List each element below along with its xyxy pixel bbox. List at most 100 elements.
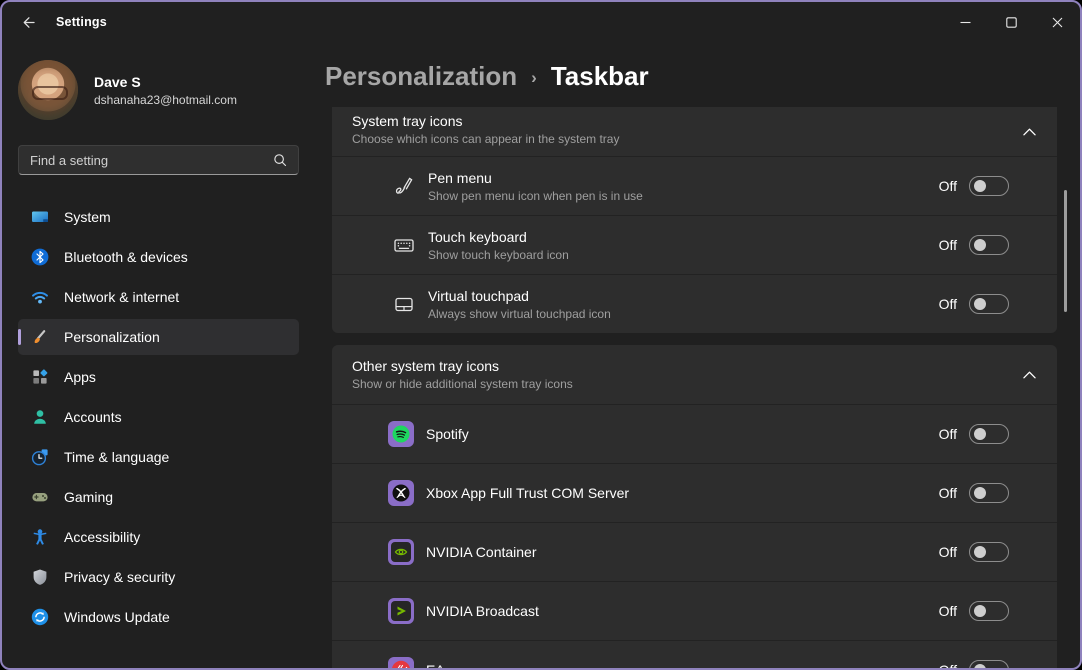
profile-email: dshanaha23@hotmail.com [94,93,237,107]
virtual-touchpad-toggle[interactable] [969,294,1009,314]
setting-subtitle: Always show virtual touchpad icon [428,307,611,321]
sidebar-item-label: Bluetooth & devices [64,249,188,265]
accessibility-icon [30,527,50,547]
chevron-up-icon [1023,128,1036,136]
setting-subtitle: Show pen menu icon when pen is in use [428,189,643,203]
apps-icon [30,367,50,387]
network-icon [30,287,50,307]
virtual-touchpad-icon [392,292,416,316]
window-controls [942,2,1080,42]
setting-row-nvidia-broadcast: NVIDIA Broadcast Off [332,581,1057,640]
setting-row-xbox: Xbox App Full Trust COM Server Off [332,463,1057,522]
sidebar-item-accessibility[interactable]: Accessibility [18,519,299,555]
toggle-state-label: Off [939,485,957,501]
windows-update-icon [30,607,50,627]
setting-title: Pen menu [428,170,643,186]
search-input[interactable] [19,153,272,168]
pen-menu-toggle[interactable] [969,176,1009,196]
ea-icon [388,657,414,668]
setting-title: Touch keyboard [428,229,569,245]
profile-name: Dave S [94,74,237,90]
setting-subtitle: Show touch keyboard icon [428,248,569,262]
spotify-icon [388,421,414,447]
sidebar-item-gaming[interactable]: Gaming [18,479,299,515]
system-icon [30,207,50,227]
toggle-state-label: Off [939,662,957,668]
maximize-icon [1006,17,1017,28]
vertical-scrollbar[interactable] [1064,190,1067,312]
search-box[interactable] [18,145,299,175]
sidebar-item-bluetooth-devices[interactable]: Bluetooth & devices [18,239,299,275]
avatar [18,60,78,120]
sidebar-nav: System Bluetooth & devices Network & int… [18,199,299,639]
setting-title: Virtual touchpad [428,288,611,304]
nvidia-broadcast-toggle[interactable] [969,601,1009,621]
close-button[interactable] [1034,2,1080,42]
setting-row-touch-keyboard: Touch keyboard Show touch keyboard icon … [332,215,1057,274]
chevron-up-icon [1023,371,1036,379]
setting-row-nvidia-container: NVIDIA Container Off [332,522,1057,581]
search-icon[interactable] [272,152,288,168]
toggle-state-label: Off [939,237,957,253]
toggle-state-label: Off [939,603,957,619]
sidebar-item-privacy-security[interactable]: Privacy & security [18,559,299,595]
profile-card[interactable]: Dave S dshanaha23@hotmail.com [18,60,237,120]
sidebar: Dave S dshanaha23@hotmail.com System [2,42,312,668]
toggle-knob [974,298,986,310]
maximize-button[interactable] [988,2,1034,42]
sidebar-item-network-internet[interactable]: Network & internet [18,279,299,315]
close-icon [1052,17,1063,28]
sidebar-item-accounts[interactable]: Accounts [18,399,299,435]
pen-icon [392,174,416,198]
spotify-toggle[interactable] [969,424,1009,444]
sidebar-item-label: Accounts [64,409,122,425]
xbox-toggle[interactable] [969,483,1009,503]
setting-title: Xbox App Full Trust COM Server [426,485,629,501]
sidebar-item-label: Apps [64,369,96,385]
section-subtitle: Choose which icons can appear in the sys… [352,132,1037,146]
time-language-icon [30,447,50,467]
accounts-icon [30,407,50,427]
sidebar-item-apps[interactable]: Apps [18,359,299,395]
nvidia-broadcast-icon [388,598,414,624]
settings-content: System tray icons Choose which icons can… [332,107,1057,668]
section-title: Other system tray icons [352,358,1037,374]
system-tray-icons-card: System tray icons Choose which icons can… [332,107,1057,333]
section-subtitle: Show or hide additional system tray icon… [352,377,1037,391]
back-arrow-icon [20,14,37,31]
other-system-tray-icons-header[interactable]: Other system tray icons Show or hide add… [332,345,1057,404]
touch-keyboard-icon [392,233,416,257]
collapse-button[interactable] [1017,363,1041,387]
sidebar-item-label: Personalization [64,329,160,345]
back-button[interactable] [12,6,44,38]
breadcrumb-separator-icon: › [531,68,537,88]
setting-row-virtual-touchpad: Virtual touchpad Always show virtual tou… [332,274,1057,333]
minimize-button[interactable] [942,2,988,42]
toggle-knob [974,487,986,499]
sidebar-item-system[interactable]: System [18,199,299,235]
collapse-button[interactable] [1017,120,1041,144]
sidebar-item-personalization[interactable]: Personalization [18,319,299,355]
sidebar-item-label: System [64,209,111,225]
breadcrumb: Personalization › Taskbar [325,61,649,92]
touch-keyboard-toggle[interactable] [969,235,1009,255]
sidebar-item-label: Time & language [64,449,169,465]
section-title: System tray icons [352,113,1037,129]
system-tray-icons-header[interactable]: System tray icons Choose which icons can… [332,107,1057,156]
sidebar-item-label: Privacy & security [64,569,175,585]
sidebar-item-windows-update[interactable]: Windows Update [18,599,299,635]
gaming-icon [30,487,50,507]
nvidia-container-toggle[interactable] [969,542,1009,562]
titlebar: Settings [2,2,1080,42]
sidebar-item-label: Network & internet [64,289,179,305]
breadcrumb-parent[interactable]: Personalization [325,61,517,92]
setting-row-spotify: Spotify Off [332,404,1057,463]
setting-title: EA [426,662,445,668]
toggle-knob [974,664,986,668]
sidebar-item-label: Accessibility [64,529,140,545]
sidebar-item-time-language[interactable]: Time & language [18,439,299,475]
toggle-state-label: Off [939,544,957,560]
ea-toggle[interactable] [969,660,1009,668]
setting-row-pen-menu: Pen menu Show pen menu icon when pen is … [332,156,1057,215]
toggle-knob [974,605,986,617]
